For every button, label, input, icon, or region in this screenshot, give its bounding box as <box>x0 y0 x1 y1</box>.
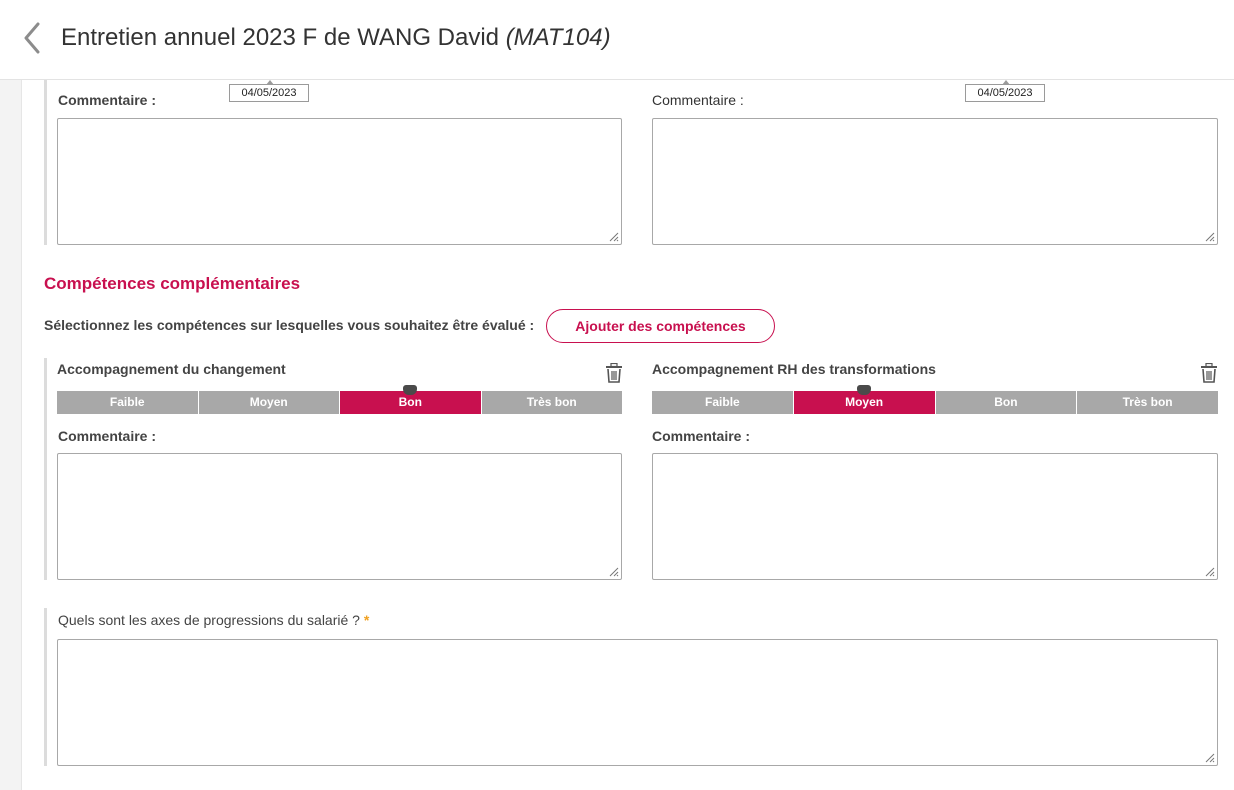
employee-code: (MAT104) <box>505 24 611 51</box>
date-tooltip: 04/05/2023 <box>965 80 1045 102</box>
rating-option[interactable]: Très bon <box>481 391 622 414</box>
rating-option-selected[interactable]: Bon <box>340 385 482 414</box>
skill-name: Accompagnement RH des transformations <box>652 361 936 377</box>
date-tooltip: 04/05/2023 <box>229 80 309 102</box>
rating-option[interactable]: Faible <box>652 391 794 414</box>
rating-option[interactable]: Très bon <box>1077 391 1218 414</box>
resize-grip-icon[interactable] <box>607 230 619 242</box>
required-marker: * <box>363 612 370 628</box>
resize-grip-icon[interactable] <box>1203 751 1215 763</box>
section-title: Compétences complémentaires <box>44 274 301 293</box>
slider-handle[interactable] <box>857 385 872 395</box>
resize-grip-icon[interactable] <box>1203 230 1215 242</box>
rating-scale: Faible Moyen Bon Très bon <box>652 385 1218 414</box>
select-instructions: Sélectionnez les compétences sur lesquel… <box>44 317 535 333</box>
rating-option[interactable]: Moyen <box>198 391 340 414</box>
comment-textarea[interactable] <box>652 453 1218 580</box>
rating-option-selected[interactable]: Moyen <box>793 385 936 414</box>
comment-label: Commentaire : <box>58 92 157 108</box>
comment-textarea[interactable] <box>652 118 1218 245</box>
comment-textarea[interactable] <box>57 453 622 580</box>
trash-icon[interactable] <box>1200 363 1218 383</box>
progression-textarea[interactable] <box>57 639 1218 766</box>
comment-textarea[interactable] <box>57 118 622 245</box>
rating-option[interactable]: Faible <box>57 391 199 414</box>
back-button[interactable] <box>16 20 48 56</box>
left-rail <box>0 0 22 790</box>
slider-handle[interactable] <box>403 385 418 395</box>
trash-icon[interactable] <box>605 363 623 383</box>
rating-scale: Faible Moyen Bon Très bon <box>57 385 622 414</box>
skill-name: Accompagnement du changement <box>57 361 286 377</box>
resize-grip-icon[interactable] <box>1203 565 1215 577</box>
resize-grip-icon[interactable] <box>607 565 619 577</box>
page-title: Entretien annuel 2023 F de WANG David (M… <box>61 24 611 52</box>
rating-option[interactable]: Bon <box>935 391 1078 414</box>
add-competences-button[interactable]: Ajouter des compétences <box>546 309 775 343</box>
chevron-left-icon <box>24 22 40 54</box>
page-title-text: Entretien annuel 2023 F de WANG David <box>61 24 500 51</box>
comment-label: Commentaire : <box>58 428 157 444</box>
progression-question: Quels sont les axes de progressions du s… <box>58 612 370 628</box>
comment-label: Commentaire : <box>652 428 751 444</box>
page-header: Entretien annuel 2023 F de WANG David (M… <box>0 0 1234 80</box>
comment-label: Commentaire : <box>652 92 744 108</box>
